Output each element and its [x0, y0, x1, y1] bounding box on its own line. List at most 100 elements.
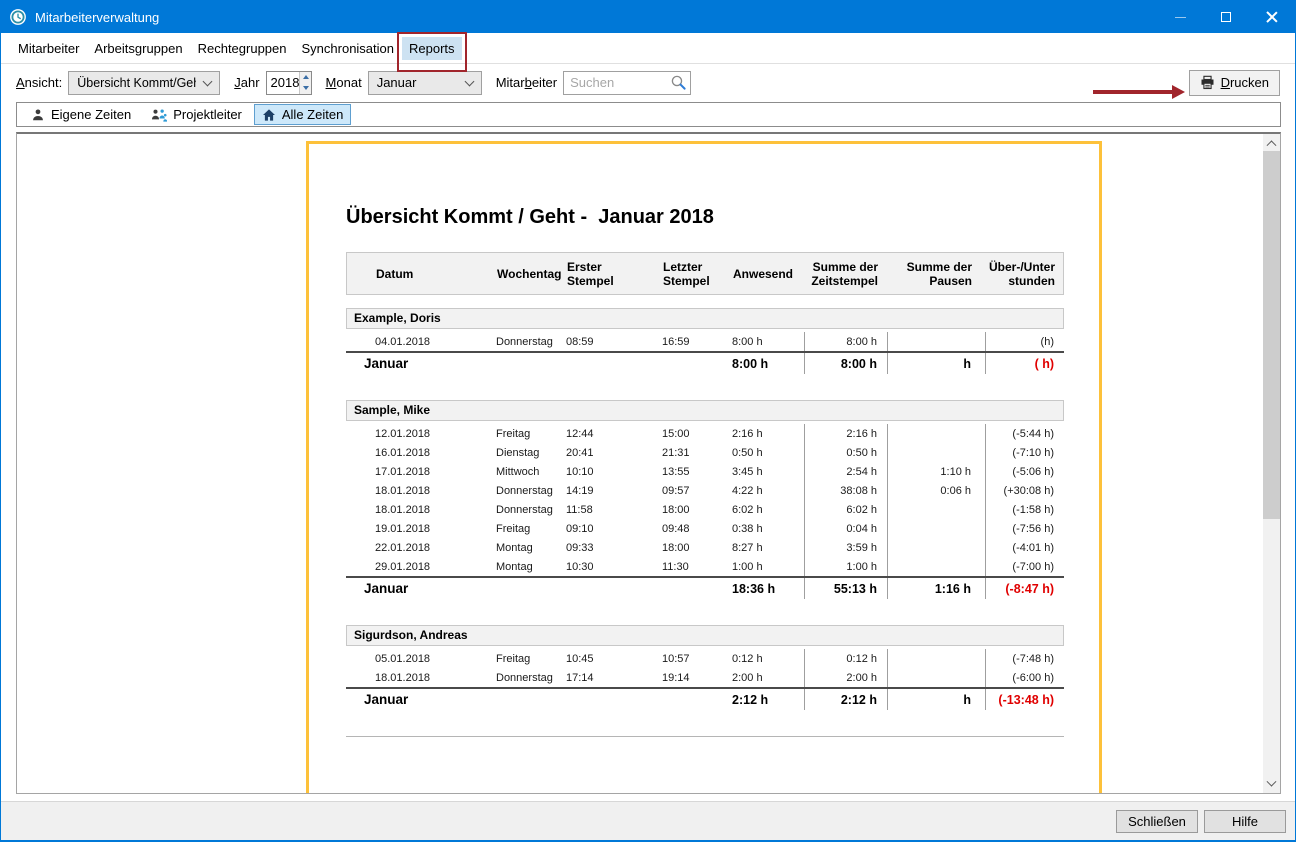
cell — [887, 538, 985, 557]
cell: Dienstag — [496, 443, 566, 462]
cell: 8:00 h — [804, 353, 887, 374]
cell: 18.01.2018 — [346, 500, 496, 519]
report-section: Sample, Mike12.01.2018Freitag12:4415:002… — [346, 400, 1099, 599]
cell: 4:22 h — [732, 481, 804, 500]
spin-up-button[interactable] — [300, 72, 310, 83]
cell — [887, 443, 985, 462]
menu-item-reports-label: Reports — [409, 41, 455, 56]
printer-icon — [1200, 75, 1215, 90]
tab-label: Eigene Zeiten — [51, 107, 131, 122]
cell — [662, 689, 732, 710]
scroll-down-button[interactable] — [1263, 776, 1280, 793]
scroll-up-button[interactable] — [1263, 134, 1280, 151]
tab-projektleiter[interactable]: Projektleiter — [143, 104, 250, 125]
ansicht-dropdown[interactable]: Übersicht Kommt/Geht — [68, 71, 220, 95]
maximize-button[interactable] — [1203, 1, 1249, 33]
monat-dropdown-value: Januar — [377, 75, 458, 90]
cell: 8:00 h — [804, 332, 887, 351]
tab-alle-zeiten[interactable]: Alle Zeiten — [254, 104, 351, 125]
cell: Januar — [346, 578, 496, 599]
cell: Donnerstag — [496, 500, 566, 519]
cell: 09:10 — [566, 519, 662, 538]
close-button[interactable] — [1249, 1, 1295, 33]
cell: (-13:48 h) — [985, 689, 1064, 710]
cell: 3:59 h — [804, 538, 887, 557]
menu-item-rechtegruppen[interactable]: Rechtegruppen — [191, 37, 294, 60]
col-summe-pausen: Summe der Pausen — [888, 253, 986, 294]
report-row: 04.01.2018Donnerstag08:5916:598:00 h8:00… — [346, 332, 1064, 351]
cell: Freitag — [496, 424, 566, 443]
cell: 20:41 — [566, 443, 662, 462]
cell: Freitag — [496, 649, 566, 668]
cell — [566, 689, 662, 710]
cell: h — [887, 689, 985, 710]
report-row: 05.01.2018Freitag10:4510:570:12 h0:12 h(… — [346, 649, 1064, 668]
report-row: 18.01.2018Donnerstag17:1419:142:00 h2:00… — [346, 668, 1064, 687]
cell: 2:00 h — [732, 668, 804, 687]
cell — [887, 668, 985, 687]
cell: (h) — [985, 332, 1064, 351]
minimize-button[interactable] — [1157, 1, 1203, 33]
cell: 12.01.2018 — [346, 424, 496, 443]
report-row: 17.01.2018Mittwoch10:1013:553:45 h2:54 h… — [346, 462, 1064, 481]
cell: 04.01.2018 — [346, 332, 496, 351]
spin-down-button[interactable] — [300, 83, 310, 94]
cell: 6:02 h — [732, 500, 804, 519]
person-icon — [31, 108, 45, 122]
cell: (-7:48 h) — [985, 649, 1064, 668]
app-window: Mitarbeiterverwaltung Mitarbeiter Arbeit… — [0, 0, 1296, 842]
col-datum: Datum — [347, 253, 497, 294]
cell: (-7:00 h) — [985, 557, 1064, 576]
chevron-down-icon — [464, 76, 474, 86]
menu-item-reports[interactable]: Reports — [402, 37, 462, 60]
cell: 09:48 — [662, 519, 732, 538]
cell: 2:00 h — [804, 668, 887, 687]
chevron-down-icon — [1267, 777, 1277, 787]
drucken-button[interactable]: Drucken — [1189, 70, 1280, 96]
cell: 2:12 h — [732, 689, 804, 710]
cell: 1:10 h — [887, 462, 985, 481]
report-row: 22.01.2018Montag09:3318:008:27 h3:59 h(-… — [346, 538, 1064, 557]
scrollbar-thumb[interactable] — [1263, 151, 1280, 519]
cell: (+30:08 h) — [985, 481, 1064, 500]
menubar: Mitarbeiter Arbeitsgruppen Rechtegruppen… — [1, 33, 1295, 63]
cell: 1:00 h — [732, 557, 804, 576]
tab-eigene-zeiten[interactable]: Eigene Zeiten — [23, 104, 139, 125]
cell: 0:12 h — [732, 649, 804, 668]
cell: Mittwoch — [496, 462, 566, 481]
vertical-scrollbar[interactable] — [1263, 134, 1280, 793]
tab-label: Projektleiter — [173, 107, 242, 122]
cell: 17:14 — [566, 668, 662, 687]
jahr-label: Jahr — [234, 75, 259, 90]
titlebar: Mitarbeiterverwaltung — [1, 1, 1295, 33]
col-erster-stempel: Erster Stempel — [567, 253, 663, 294]
menu-item-mitarbeiter[interactable]: Mitarbeiter — [11, 37, 86, 60]
monat-dropdown[interactable]: Januar — [368, 71, 482, 95]
tab-label: Alle Zeiten — [282, 107, 343, 122]
cell: (-5:44 h) — [985, 424, 1064, 443]
search-icon — [670, 74, 687, 91]
cell: 19:14 — [662, 668, 732, 687]
report-body: Example, Doris04.01.2018Donnerstag08:591… — [346, 308, 1099, 710]
jahr-spinner[interactable]: 2018 — [266, 71, 312, 95]
cell: 15:00 — [662, 424, 732, 443]
menu-item-arbeitsgruppen[interactable]: Arbeitsgruppen — [87, 37, 189, 60]
cell: 09:33 — [566, 538, 662, 557]
schliessen-button[interactable]: Schließen — [1116, 810, 1198, 833]
cell — [496, 578, 566, 599]
footer-bar: Schließen Hilfe — [1, 801, 1295, 841]
cell: 2:54 h — [804, 462, 887, 481]
report-row: 18.01.2018Donnerstag14:1909:574:22 h38:0… — [346, 481, 1064, 500]
cell: 0:04 h — [804, 519, 887, 538]
hilfe-button[interactable]: Hilfe — [1204, 810, 1286, 833]
jahr-value: 2018 — [267, 72, 300, 94]
summary-row: Januar18:36 h55:13 h1:16 h(-8:47 h) — [346, 576, 1064, 599]
cell: 12:44 — [566, 424, 662, 443]
report-title: Übersicht Kommt / Geht - Januar 2018 — [346, 206, 1099, 229]
cell: 10:45 — [566, 649, 662, 668]
cell: Donnerstag — [496, 668, 566, 687]
menu-item-synchronisation[interactable]: Synchronisation — [295, 37, 402, 60]
cell: 10:57 — [662, 649, 732, 668]
cell: 18:36 h — [732, 578, 804, 599]
cell: h — [887, 353, 985, 374]
